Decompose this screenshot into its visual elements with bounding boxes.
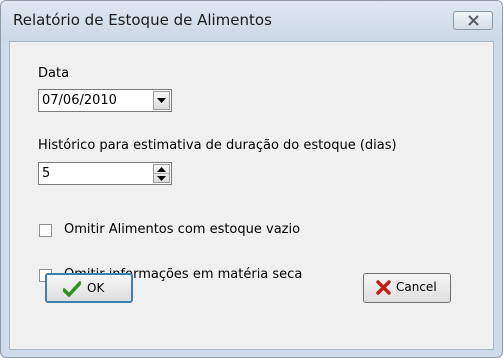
cancel-button[interactable]: Cancel: [363, 273, 451, 303]
title-bar[interactable]: Relatório de Estoque de Alimentos: [1, 1, 502, 41]
close-button[interactable]: [453, 11, 493, 30]
omit-empty-label[interactable]: Omitir Alimentos com estoque vazio: [64, 222, 300, 237]
date-value: 07/06/2010: [42, 93, 117, 108]
history-days-spinner[interactable]: 5: [38, 162, 172, 185]
cancel-label: Cancel: [396, 280, 437, 294]
red-x-icon: [376, 280, 391, 295]
spinner-up-button[interactable]: [154, 165, 169, 174]
history-label: Histórico para estimativa de duração do …: [38, 138, 397, 153]
ok-label: OK: [87, 281, 105, 295]
date-label: Data: [38, 66, 70, 81]
history-days-value: 5: [42, 166, 51, 181]
dialog-body: Data 07/06/2010 Histórico para estimativ…: [9, 41, 494, 350]
spinner-buttons: [153, 164, 170, 183]
ok-button[interactable]: OK: [45, 273, 133, 303]
date-dropdown[interactable]: 07/06/2010: [38, 89, 172, 112]
omit-empty-checkbox[interactable]: [39, 224, 52, 237]
date-dropdown-button[interactable]: [153, 91, 170, 110]
green-checkmark-icon: [63, 281, 81, 297]
dialog-window: Relatório de Estoque de Alimentos Data 0…: [0, 0, 503, 358]
spinner-up-icon: [157, 167, 166, 172]
close-x-icon: [468, 15, 479, 26]
window-title: Relatório de Estoque de Alimentos: [13, 11, 272, 29]
chevron-down-icon: [157, 98, 166, 103]
spinner-down-button[interactable]: [154, 174, 169, 182]
spinner-down-icon: [157, 176, 166, 181]
